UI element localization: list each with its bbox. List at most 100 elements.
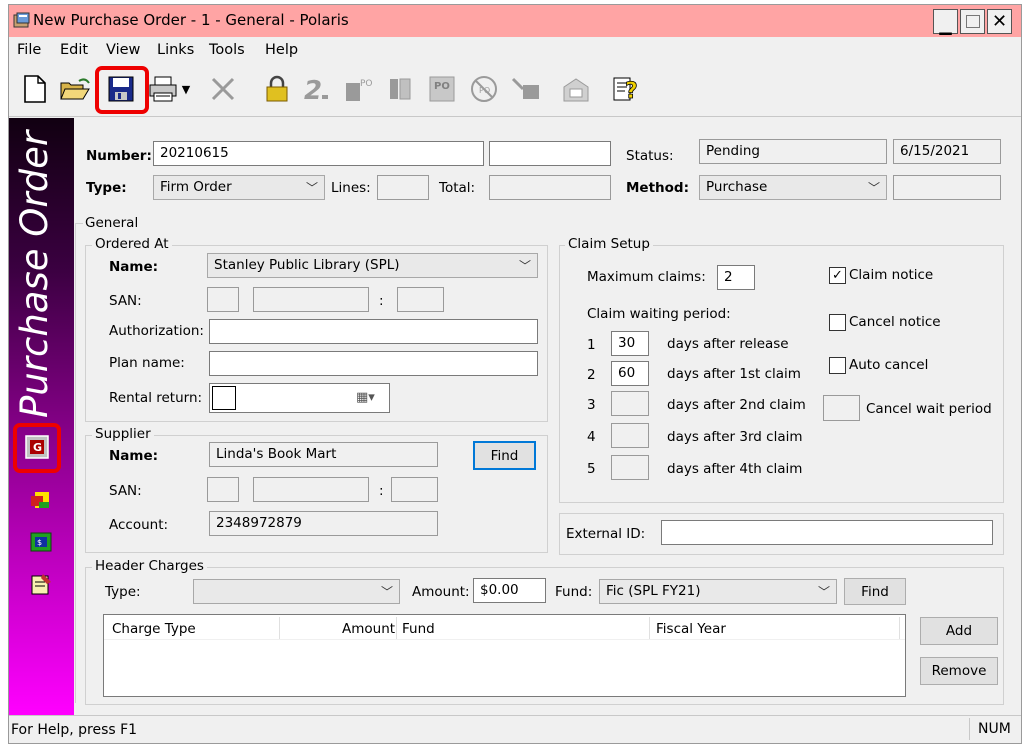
- charges-table[interactable]: Charge Type Amount Fund Fiscal Year: [103, 614, 906, 697]
- print-dropdown-button[interactable]: ▼: [177, 73, 195, 105]
- sidebar-line-items-button[interactable]: [29, 488, 53, 512]
- ordered-at-title: Ordered At: [92, 236, 172, 252]
- toolbar-disabled-5[interactable]: PO: [469, 73, 501, 105]
- menu-file[interactable]: File: [17, 42, 41, 58]
- claim-row-value[interactable]: [611, 455, 649, 480]
- menu-bar: File Edit View Links Tools Help: [9, 37, 1021, 63]
- cancel-wait-period-label: Cancel wait period: [866, 401, 992, 417]
- rental-return-checkbox[interactable]: [212, 386, 236, 410]
- total-field: [489, 175, 611, 200]
- column-header-amount[interactable]: Amount: [342, 621, 395, 637]
- claim-row-value[interactable]: 30: [611, 331, 649, 356]
- column-header-charge-type[interactable]: Charge Type: [112, 621, 196, 637]
- help-question-icon: ?: [613, 77, 638, 104]
- toolbar-disabled-3[interactable]: [385, 73, 417, 105]
- rental-return-date-field[interactable]: ▦▾: [209, 383, 390, 413]
- cancel-notice-checkbox[interactable]: [829, 314, 846, 331]
- new-button[interactable]: [19, 73, 51, 105]
- supplier-san-label: SAN:: [109, 483, 142, 499]
- add-charge-button[interactable]: Add: [920, 617, 998, 645]
- status-label: Status:: [626, 148, 674, 164]
- open-button[interactable]: [59, 73, 91, 105]
- ordered-at-san-field-3: [397, 287, 444, 312]
- authorization-field[interactable]: [209, 319, 538, 344]
- main-window: New Purchase Order - 1 - General - Polar…: [8, 4, 1022, 744]
- close-button[interactable]: ✕: [987, 9, 1012, 34]
- supplier-find-button[interactable]: Find: [473, 441, 536, 470]
- toolbar-disabled-1[interactable]: 2: [301, 73, 333, 105]
- po-line-icon: PO: [429, 76, 455, 102]
- max-claims-field[interactable]: 2: [717, 265, 755, 290]
- menu-help[interactable]: Help: [265, 42, 298, 58]
- plan-name-field[interactable]: [209, 351, 538, 376]
- ordered-at-san-field-2: [253, 287, 369, 312]
- claim-row-value[interactable]: 60: [611, 361, 649, 386]
- chevron-down-icon: ﹀: [305, 181, 318, 195]
- method-select[interactable]: Purchase ﹀: [699, 175, 887, 200]
- external-id-field[interactable]: [661, 520, 993, 545]
- fund-select[interactable]: Fic (SPL FY21) ﹀: [599, 579, 837, 604]
- supplier-san-field-3: [391, 477, 438, 502]
- calendar-icon[interactable]: ▦▾: [356, 390, 375, 405]
- save-disk-icon: [108, 76, 134, 102]
- claim-row-label: days after 2nd claim: [667, 397, 806, 413]
- properties-icon: [563, 78, 589, 102]
- remove-charge-button[interactable]: Remove: [920, 657, 998, 685]
- sidebar-funds-button[interactable]: $: [29, 530, 53, 554]
- claim-setup-title: Claim Setup: [565, 236, 653, 252]
- menu-edit[interactable]: Edit: [60, 42, 88, 58]
- auto-cancel-checkbox[interactable]: [829, 357, 846, 374]
- menu-tools[interactable]: Tools: [209, 42, 245, 58]
- claim-row-value[interactable]: [611, 423, 649, 448]
- ordered-at-san-label: SAN:: [109, 293, 142, 309]
- column-header-fund[interactable]: Fund: [402, 621, 435, 637]
- number-extra-field[interactable]: [489, 141, 611, 166]
- supplier-name-label: Name:: [109, 448, 159, 464]
- type-select[interactable]: Firm Order ﹀: [153, 175, 325, 200]
- chevron-down-icon: ﹀: [518, 259, 531, 273]
- cancel-wait-period-field[interactable]: [823, 395, 860, 421]
- claim-row-num: 1: [587, 337, 596, 353]
- fund-find-button[interactable]: Find: [844, 578, 906, 605]
- column-header-fiscal-year[interactable]: Fiscal Year: [656, 621, 726, 637]
- amount-field[interactable]: $0.00: [473, 578, 546, 603]
- method-extra-field: [893, 175, 1001, 200]
- sidebar-notes-button[interactable]: [29, 572, 53, 596]
- toolbar-disabled-4[interactable]: PO: [427, 73, 459, 105]
- general-group-title: General: [85, 215, 139, 231]
- claim-notice-checkbox[interactable]: ✓: [829, 267, 846, 284]
- chevron-down-icon: ﹀: [867, 181, 880, 195]
- delete-x-icon: [211, 77, 235, 101]
- number-label: Number:: [86, 148, 152, 164]
- supplier-san-field-1: [207, 477, 239, 502]
- supplier-san-separator: :: [379, 483, 384, 499]
- claim-row-value[interactable]: [611, 391, 649, 416]
- lines-label: Lines:: [331, 180, 371, 196]
- new-document-icon: [24, 75, 46, 103]
- maximize-button[interactable]: [960, 9, 985, 34]
- toolbar-disabled-7[interactable]: [561, 73, 593, 105]
- whats-this-help-button[interactable]: ?: [611, 73, 643, 105]
- charge-type-select[interactable]: ﹀: [193, 579, 400, 604]
- menu-view[interactable]: View: [106, 42, 140, 58]
- print-button[interactable]: [147, 73, 179, 105]
- toolbar: ▼ 2 PO PO PO ?: [9, 63, 1021, 117]
- svg-text:PO: PO: [479, 86, 490, 95]
- svg-text:$: $: [37, 538, 42, 547]
- svg-text:PO: PO: [360, 79, 373, 89]
- number-field[interactable]: 20210615: [153, 141, 484, 166]
- column-divider: [279, 617, 280, 639]
- status-help-text: For Help, press F1: [11, 722, 138, 738]
- sidebar-general-button[interactable]: G: [25, 435, 49, 459]
- toolbar-disabled-2[interactable]: PO: [343, 73, 375, 105]
- ordered-at-name-select[interactable]: Stanley Public Library (SPL) ﹀: [207, 253, 538, 278]
- claim-row-label: days after 3rd claim: [667, 429, 803, 445]
- delete-button[interactable]: [207, 73, 239, 105]
- minimize-button[interactable]: ▁: [933, 9, 958, 35]
- lock-button[interactable]: [261, 73, 293, 105]
- amount-label: Amount:: [412, 584, 470, 600]
- toolbar-disabled-6[interactable]: [511, 73, 543, 105]
- save-button[interactable]: [105, 73, 137, 105]
- external-id-label: External ID:: [566, 526, 646, 542]
- menu-links[interactable]: Links: [157, 42, 194, 58]
